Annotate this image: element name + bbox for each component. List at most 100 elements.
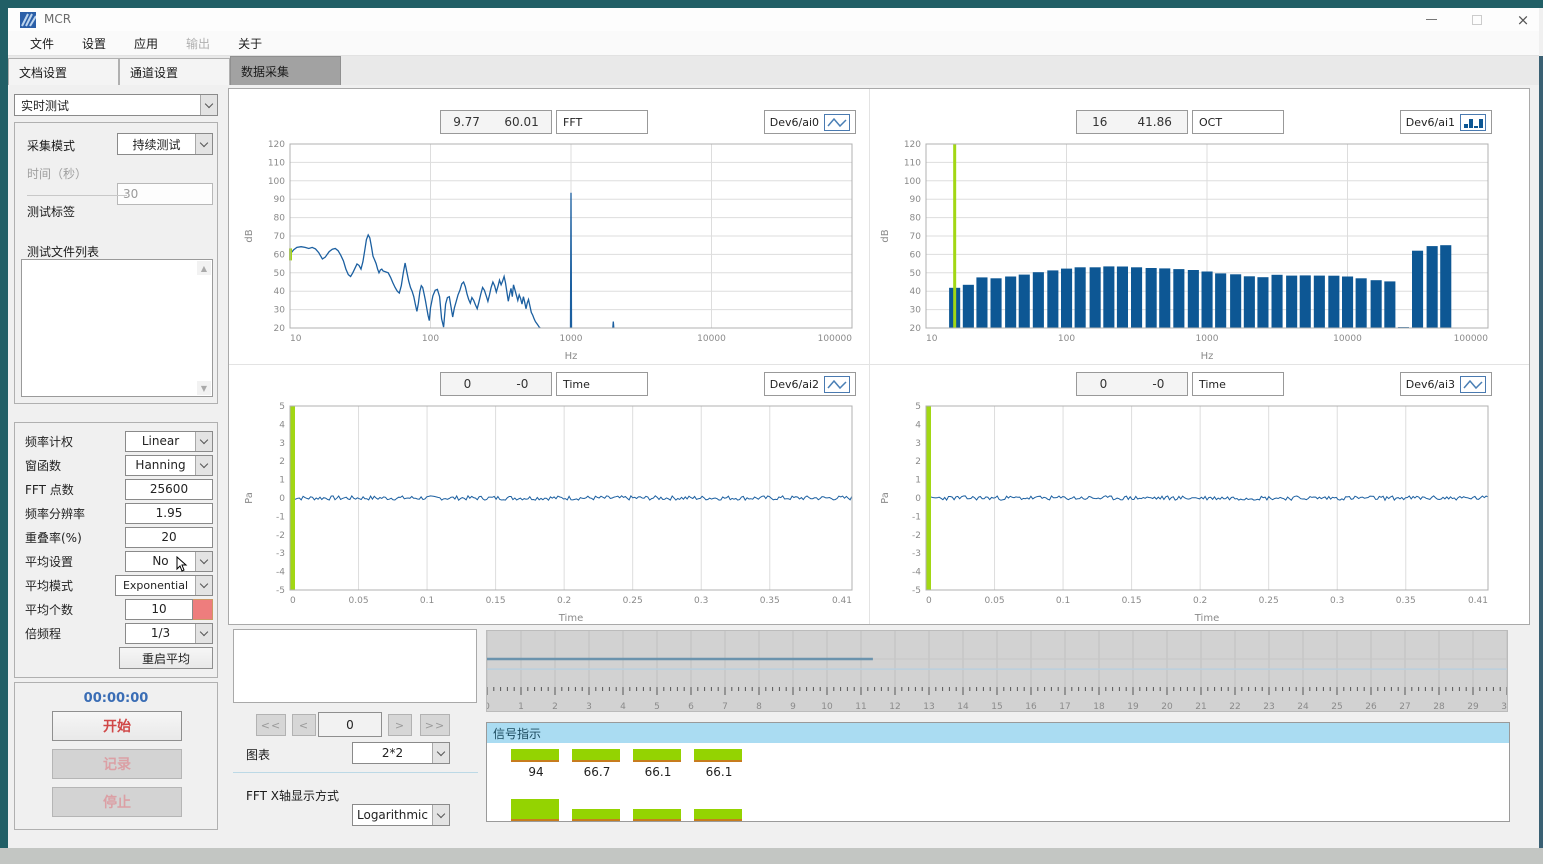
signal-channel-3: 66.1 [694,743,744,823]
svg-text:-2: -2 [276,531,285,541]
oct-channel-selector[interactable]: Dev6/ai1 [1400,110,1492,134]
svg-text:60: 60 [274,250,286,260]
measure-mode-select[interactable]: 实时测试 [14,94,218,116]
svg-text:100: 100 [422,334,439,344]
svg-text:50: 50 [910,269,922,279]
svg-text:5: 5 [915,402,921,412]
tab-数据采集[interactable]: 数据采集 [230,56,341,85]
svg-text:0: 0 [926,596,932,606]
menu-item-设置[interactable]: 设置 [70,32,118,55]
menu-item-关于[interactable]: 关于 [226,32,274,55]
menu-bar: 文件设置应用输出关于 [8,31,1539,56]
nav-next-button[interactable]: > [388,714,412,736]
svg-text:100: 100 [904,177,921,187]
maximize-button[interactable] [1460,8,1494,31]
fft-xaxis-select[interactable]: Logarithmic [352,804,450,826]
acq-time-input[interactable]: 30 [117,183,213,205]
time2-channel-selector[interactable]: Dev6/ai2 [764,372,856,396]
svg-text:0.1: 0.1 [1056,596,1070,606]
setting-select-1[interactable]: Hanning [125,455,213,476]
time2-chart-type-field[interactable]: Time [556,372,648,396]
svg-text:5: 5 [279,402,285,412]
start-button[interactable]: 开始 [52,711,182,741]
nav-prev-button[interactable]: < [292,714,316,736]
svg-text:1: 1 [518,702,524,711]
chart-layout-select[interactable]: 2*2 [352,742,450,764]
close-button[interactable]: × [1506,8,1540,31]
nav-last-button[interactable]: >> [420,714,450,736]
menu-item-输出: 输出 [174,32,222,55]
signal-level-bar [694,809,742,821]
channel-label: Dev6/ai1 [1406,116,1455,129]
average-count-flag [193,599,213,620]
signal-panel-header: 信号指示 [487,723,1509,743]
svg-text:0.35: 0.35 [760,596,780,606]
scroll-down-icon[interactable]: ▼ [197,381,211,395]
line-chart-icon [824,376,850,393]
svg-text:0.35: 0.35 [1396,596,1416,606]
bar-chart-icon [1460,114,1486,131]
setting-row-2: FFT 点数25600 [25,477,213,501]
setting-select-5[interactable]: No [125,551,213,572]
setting-select-0[interactable]: Linear [125,431,213,452]
nav-first-button[interactable]: << [256,714,286,736]
test-file-listbox[interactable]: ▲ ▼ [21,259,213,397]
svg-text:0.3: 0.3 [1330,596,1344,606]
oct-chart-type-field[interactable]: OCT [1192,110,1284,134]
signal-level-bar [633,809,681,821]
tab-文档设置[interactable]: 文档设置 [8,58,119,85]
close-icon: × [1517,11,1530,29]
window-frame-top [0,0,1543,8]
svg-text:60: 60 [910,250,922,260]
svg-text:0.15: 0.15 [486,596,506,606]
signal-channel-1: 66.7 [572,743,622,823]
window-title: MCR [44,12,71,26]
svg-text:13: 13 [923,702,934,711]
restart-average-button[interactable]: 重启平均 [119,647,213,669]
svg-text:0.05: 0.05 [985,596,1005,606]
time2-plot[interactable]: -5-4-3-2-101234500.050.10.150.20.250.30.… [240,398,866,627]
fft-chart-type-field[interactable]: FFT [556,110,648,134]
setting-row-0: 频率计权Linear [25,429,213,453]
signal-channel-0: 94 [511,743,561,823]
svg-text:-5: -5 [912,586,921,596]
svg-text:0.3: 0.3 [694,596,708,606]
svg-text:0: 0 [915,494,921,504]
time3-plot[interactable]: -5-4-3-2-101234500.050.10.150.20.250.30.… [876,398,1502,627]
record-timeline[interactable]: 0123456789101112131415161718192021222324… [486,630,1508,712]
svg-text:29: 29 [1467,702,1479,711]
svg-text:0.25: 0.25 [623,596,643,606]
scroll-up-icon[interactable]: ▲ [197,261,211,275]
signal-indicator-panel: 信号指示 9466.766.166.1 [486,722,1510,822]
fft-xaxis-label: FFT X轴显示方式 [246,787,339,804]
signal-panel-title: 信号指示 [493,725,541,742]
fft-plot[interactable]: 2030405060708090100110120101001000100001… [240,136,866,365]
oct-plot[interactable]: 2030405060708090100110120101001000100001… [876,136,1502,365]
setting-input-3[interactable]: 1.95 [125,503,213,524]
setting-input-4[interactable]: 20 [125,527,213,548]
setting-input-2[interactable]: 25600 [125,479,213,500]
acq-mode-select[interactable]: 持续测试 [117,133,213,155]
svg-text:-4: -4 [912,568,921,578]
setting-input-7[interactable]: 10 [125,599,193,620]
menu-item-应用[interactable]: 应用 [122,32,170,55]
minimize-button[interactable] [1414,8,1448,31]
menu-item-文件[interactable]: 文件 [18,32,66,55]
svg-text:0: 0 [487,702,490,711]
oct-chart: 16 41.86 OCT Dev6/ai1 203040506070809010… [876,106,1502,362]
svg-text:Time: Time [1194,613,1219,624]
time3-channel-selector[interactable]: Dev6/ai3 [1400,372,1492,396]
svg-text:70: 70 [910,232,922,242]
fft-channel-selector[interactable]: Dev6/ai0 [764,110,856,134]
tab-通道设置[interactable]: 通道设置 [119,58,230,85]
setting-label: 窗函数 [25,457,61,474]
stop-button: 停止 [52,787,182,817]
time3-chart-type-field[interactable]: Time [1192,372,1284,396]
setting-select-8[interactable]: 1/3 [125,623,213,644]
setting-select-6[interactable]: Exponential [115,575,213,596]
cursor-y-value: -0 [516,377,528,391]
chevron-down-icon [195,432,212,451]
svg-text:10: 10 [821,702,833,711]
setting-label: 平均个数 [25,601,73,618]
svg-text:dB: dB [244,229,255,242]
